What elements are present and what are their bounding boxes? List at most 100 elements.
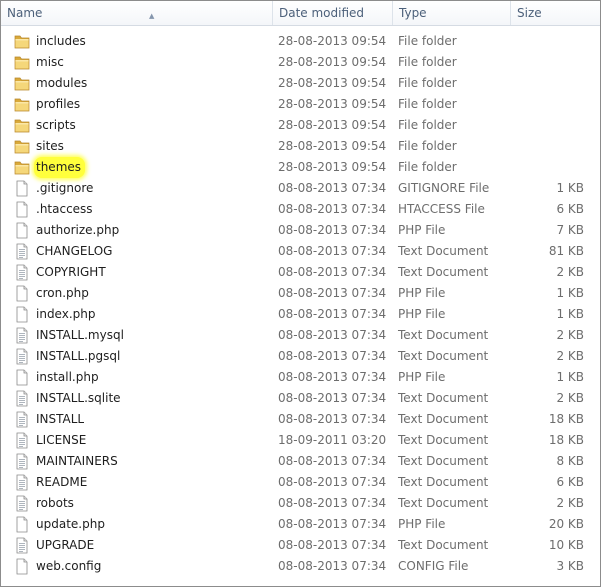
- file-type: CONFIG File: [398, 559, 469, 573]
- file-size: [515, 115, 584, 136]
- table-row[interactable]: INSTALL 08-08-2013 07:34 Text Document 18 K…: [1, 409, 600, 430]
- file-name: themes: [34, 157, 86, 178]
- file-icon: [14, 516, 30, 533]
- file-date: 08-08-2013 07:34: [278, 538, 387, 552]
- file-name-cell[interactable]: UPGRADE: [14, 535, 264, 556]
- file-date: 08-08-2013 07:34: [278, 517, 387, 531]
- file-name-cell[interactable]: cron.php: [14, 283, 264, 304]
- folder-icon: [14, 138, 30, 155]
- file-name-cell[interactable]: includes: [14, 31, 264, 52]
- table-row[interactable]: MAINTAINERS 08-08-2013 07:34 Text Document…: [1, 451, 600, 472]
- file-name-cell[interactable]: .gitignore: [14, 178, 264, 199]
- file-type: File folder: [398, 139, 457, 153]
- table-row[interactable]: UPGRADE 08-08-2013 07:34 Text Document 10 K…: [1, 535, 600, 556]
- file-name-cell[interactable]: update.php: [14, 514, 264, 535]
- file-name-cell[interactable]: modules: [14, 73, 264, 94]
- table-row[interactable]: INSTALL.pgsql 08-08-2013 07:34 Text Docume…: [1, 346, 600, 367]
- column-header-name[interactable]: Name ▲: [1, 1, 272, 25]
- column-header-size[interactable]: Size: [511, 1, 600, 25]
- table-row[interactable]: modules 28-08-2013 09:54 File folder: [1, 73, 600, 94]
- table-row[interactable]: profiles 28-08-2013 09:54 File folder: [1, 94, 600, 115]
- file-name-cell[interactable]: sites: [14, 136, 264, 157]
- file-icon: [14, 369, 30, 386]
- file-name: sites: [36, 139, 64, 153]
- file-name-cell[interactable]: robots: [14, 493, 264, 514]
- table-row[interactable]: includes 28-08-2013 09:54 File folder: [1, 31, 600, 52]
- file-type: Text Document: [398, 265, 489, 279]
- file-name: index.php: [36, 307, 96, 321]
- file-name-cell[interactable]: themes: [14, 157, 264, 178]
- file-date: 08-08-2013 07:34: [278, 286, 387, 300]
- file-size: 2 KB: [556, 349, 584, 363]
- column-header-type[interactable]: Type: [393, 1, 510, 25]
- file-name-cell[interactable]: LICENSE: [14, 430, 264, 451]
- file-name-cell[interactable]: COPYRIGHT: [14, 262, 264, 283]
- file-name-cell[interactable]: web.config: [14, 556, 264, 577]
- file-name-cell[interactable]: INSTALL.pgsql: [14, 346, 264, 367]
- file-icon: [14, 306, 30, 323]
- table-row[interactable]: CHANGELOG 08-08-2013 07:34 Text Document 81…: [1, 241, 600, 262]
- file-name-cell[interactable]: INSTALL.sqlite: [14, 388, 264, 409]
- column-header-date-label: Date modified: [279, 6, 365, 20]
- file-name-cell[interactable]: scripts: [14, 115, 264, 136]
- file-list-view: Name ▲ Date modified Type Size includes 2…: [0, 0, 601, 587]
- table-row[interactable]: misc 28-08-2013 09:54 File folder: [1, 52, 600, 73]
- file-type: Text Document: [398, 538, 489, 552]
- file-name-cell[interactable]: MAINTAINERS: [14, 451, 264, 472]
- file-name-cell[interactable]: authorize.php: [14, 220, 264, 241]
- table-row[interactable]: update.php 08-08-2013 07:34 PHP File 20 KB: [1, 514, 600, 535]
- table-row[interactable]: .htaccess 08-08-2013 07:34 HTACCESS File 6 …: [1, 199, 600, 220]
- table-row[interactable]: authorize.php 08-08-2013 07:34 PHP File 7 K…: [1, 220, 600, 241]
- document-icon: [14, 327, 30, 344]
- document-icon: [14, 243, 30, 260]
- file-type: HTACCESS File: [398, 202, 485, 216]
- table-row[interactable]: scripts 28-08-2013 09:54 File folder: [1, 115, 600, 136]
- document-icon: [14, 474, 30, 491]
- document-icon: [14, 537, 30, 554]
- file-name-cell[interactable]: INSTALL: [14, 409, 264, 430]
- table-row[interactable]: INSTALL.mysql 08-08-2013 07:34 Text Docume…: [1, 325, 600, 346]
- file-name: misc: [36, 55, 64, 69]
- file-type: Text Document: [398, 454, 489, 468]
- file-name: profiles: [36, 97, 81, 111]
- table-row[interactable]: cron.php 08-08-2013 07:34 PHP File 1 KB: [1, 283, 600, 304]
- file-name-cell[interactable]: install.php: [14, 367, 264, 388]
- table-row-partial[interactable]: [1, 581, 600, 586]
- document-icon: [14, 264, 30, 281]
- file-date: 08-08-2013 07:34: [278, 328, 387, 342]
- file-type: File folder: [398, 34, 457, 48]
- file-name-cell[interactable]: INSTALL.mysql: [14, 325, 264, 346]
- file-date: 18-09-2011 03:20: [278, 433, 387, 447]
- table-row[interactable]: index.php 08-08-2013 07:34 PHP File 1 KB: [1, 304, 600, 325]
- file-name: web.config: [36, 559, 102, 573]
- file-size: [515, 73, 584, 94]
- table-row[interactable]: INSTALL.sqlite 08-08-2013 07:34 Text Docum…: [1, 388, 600, 409]
- file-icon: [14, 558, 30, 575]
- file-name: cron.php: [36, 286, 89, 300]
- file-name: COPYRIGHT: [36, 265, 106, 279]
- table-row[interactable]: themes 28-08-2013 09:54 File folder: [1, 157, 600, 178]
- file-name-cell[interactable]: CHANGELOG: [14, 241, 264, 262]
- table-row[interactable]: robots 08-08-2013 07:34 Text Document 2 KB: [1, 493, 600, 514]
- file-name-cell[interactable]: README: [14, 472, 264, 493]
- file-name-cell[interactable]: misc: [14, 52, 264, 73]
- document-icon: [14, 411, 30, 428]
- file-date: 28-08-2013 09:54: [278, 34, 387, 48]
- file-name: MAINTAINERS: [36, 454, 118, 468]
- table-row[interactable]: install.php 08-08-2013 07:34 PHP File 1 KB: [1, 367, 600, 388]
- file-name-cell[interactable]: profiles: [14, 94, 264, 115]
- table-row[interactable]: web.config 08-08-2013 07:34 CONFIG File 3 K…: [1, 556, 600, 577]
- sort-up-icon: ▲: [149, 12, 155, 20]
- file-list: includes 28-08-2013 09:54 File folder misc…: [1, 31, 600, 577]
- table-row[interactable]: sites 28-08-2013 09:54 File folder: [1, 136, 600, 157]
- file-name-cell[interactable]: .htaccess: [14, 199, 264, 220]
- file-size: 18 KB: [548, 433, 584, 447]
- table-row[interactable]: LICENSE 18-09-2011 03:20 Text Document 18 K…: [1, 430, 600, 451]
- file-name-cell[interactable]: index.php: [14, 304, 264, 325]
- table-row[interactable]: .gitignore 08-08-2013 07:34 GITIGNORE File…: [1, 178, 600, 199]
- table-row[interactable]: README 08-08-2013 07:34 Text Document 6 KB: [1, 472, 600, 493]
- table-row[interactable]: COPYRIGHT 08-08-2013 07:34 Text Document 2 …: [1, 262, 600, 283]
- column-header-date[interactable]: Date modified: [273, 1, 392, 25]
- column-header-type-label: Type: [399, 6, 427, 20]
- document-icon: [14, 348, 30, 365]
